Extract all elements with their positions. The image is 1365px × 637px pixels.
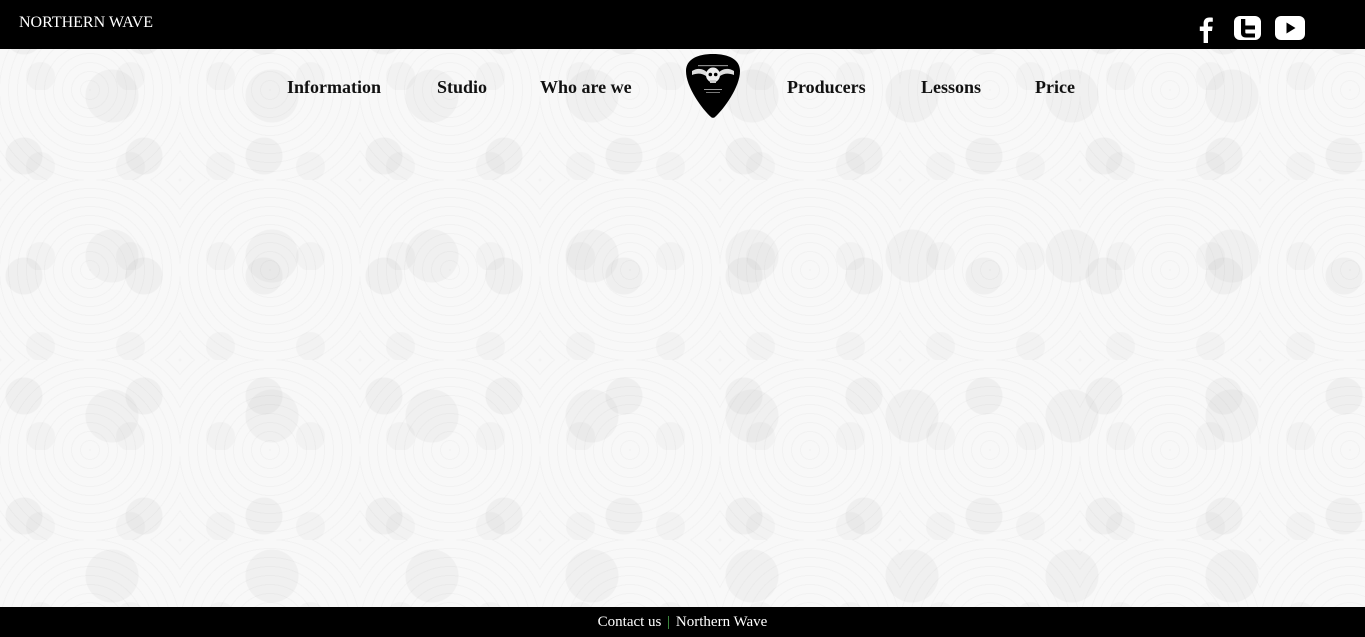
facebook-icon <box>1191 13 1221 43</box>
nav-studio[interactable]: Studio <box>437 77 487 98</box>
nav-lessons[interactable]: Lessons <box>921 77 981 98</box>
footer-site-name: Northern Wave <box>675 614 768 630</box>
facebook-button[interactable] <box>1190 12 1222 44</box>
brand-title[interactable]: NORTHERN WAVE <box>19 14 153 32</box>
youtube-icon <box>1275 16 1305 40</box>
twitter-button[interactable] <box>1232 12 1264 44</box>
top-bar: NORTHERN WAVE <box>0 0 1365 49</box>
nav-who-are-we[interactable]: Who are we <box>540 77 632 98</box>
footer: Contact us | Northern Wave <box>0 607 1365 637</box>
footer-separator: | <box>667 614 671 630</box>
nav-price[interactable]: Price <box>1035 77 1075 98</box>
nav-information[interactable]: Information <box>287 77 381 98</box>
guitar-pick-logo[interactable] <box>684 53 742 119</box>
social-links <box>1190 12 1306 44</box>
nav-producers[interactable]: Producers <box>787 77 866 98</box>
youtube-button[interactable] <box>1274 12 1306 44</box>
main-nav: Information Studio Who are we Producers … <box>0 52 1365 122</box>
twitter-icon <box>1234 16 1261 40</box>
contact-us-link[interactable]: Contact us <box>598 614 662 630</box>
guitar-pick-skull-logo-icon <box>686 54 740 118</box>
